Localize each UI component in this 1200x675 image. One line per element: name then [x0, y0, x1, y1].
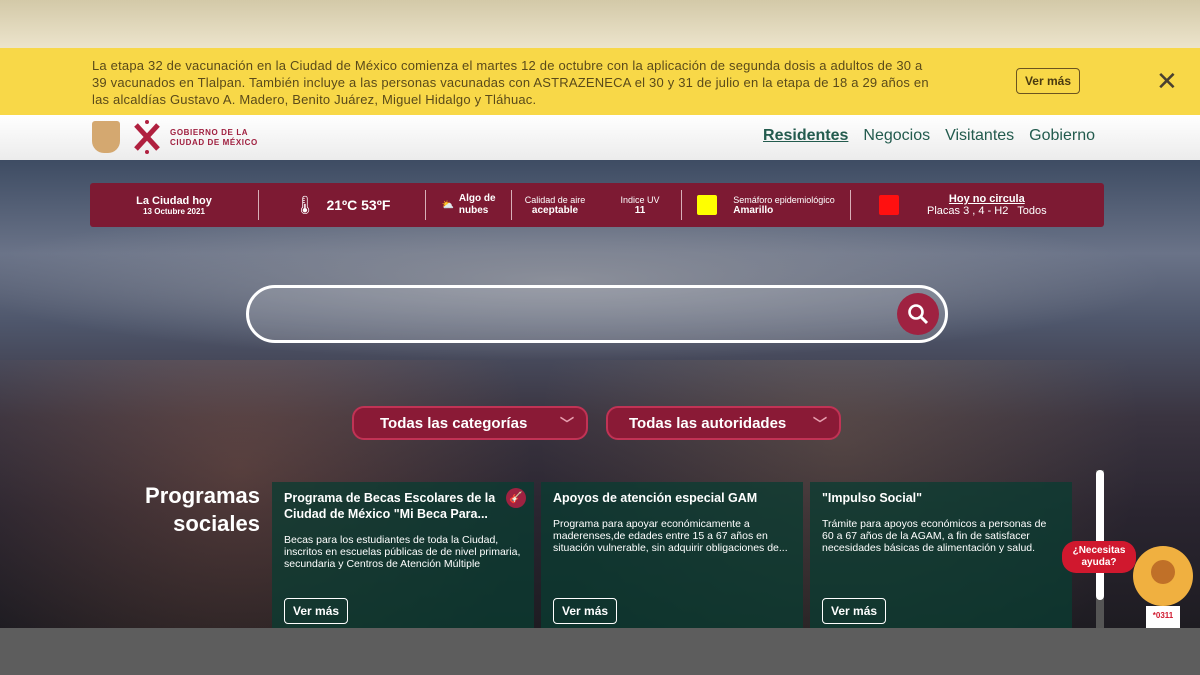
government-logo-text: GOBIERNO DE LA CIUDAD DE MÉXICO [170, 128, 258, 147]
sky-status: ⛅ Algo de nubes [441, 193, 496, 216]
hero-section: La Ciudad hoy 13 Octubre 2021 🌡 21ºC 53ºF … [0, 160, 1200, 628]
svg-text:*0311: *0311 [1153, 611, 1174, 620]
background-bottom [0, 628, 1200, 675]
yellow-light-icon [697, 195, 718, 215]
search-button[interactable] [897, 293, 939, 335]
nav-gobierno[interactable]: Gobierno [1029, 127, 1095, 145]
background-top [0, 0, 1200, 48]
air-quality: Calidad de aire aceptable [524, 194, 586, 216]
alert-text: La etapa 32 de vacunación en la Ciudad d… [92, 58, 929, 107]
nav-negocios[interactable]: Negocios [863, 127, 930, 145]
ver-mas-button[interactable]: Ver más [553, 598, 618, 624]
alert-more-button[interactable]: Ver más [1016, 68, 1080, 94]
city-today: La Ciudad hoy 13 Octubre 2021 [136, 194, 212, 216]
search-icon [908, 304, 929, 325]
epidemiological-light: Semáforo epidemiológico Amarillo [682, 183, 850, 227]
search-input[interactable] [246, 285, 948, 343]
nav-visitantes[interactable]: Visitantes [945, 127, 1014, 145]
authorities-dropdown[interactable]: Todas las autoridades ﹀ [606, 406, 841, 440]
programs-title: Programas sociales [145, 483, 260, 536]
nav-residentes[interactable]: Residentes [763, 127, 848, 145]
guitar-icon: 🎸 [506, 488, 526, 508]
header-nav: GOBIERNO DE LA CIUDAD DE MÉXICO Residente… [0, 115, 1200, 160]
uv-index: Indice UV 11 [620, 194, 660, 216]
program-card[interactable]: "Impulso Social" Trámite para apoyos econ… [810, 482, 1072, 628]
partly-cloudy-icon: ⛅ [441, 199, 454, 211]
ver-mas-button[interactable]: Ver más [822, 598, 887, 624]
cdmx-logo-icon[interactable] [130, 119, 164, 155]
chevron-down-icon: ﹀ [813, 416, 827, 432]
thermometer-icon: 🌡 [293, 194, 317, 215]
city-info-bar: La Ciudad hoy 13 Octubre 2021 🌡 21ºC 53ºF … [90, 183, 1104, 227]
main-menu: Residentes Negocios Visitantes Gobierno [763, 127, 1095, 145]
help-button[interactable]: ¿Necesitas ayuda? [1062, 541, 1136, 573]
close-icon[interactable]: ✕ [1156, 68, 1178, 94]
hoy-no-circula: Hoy no circula Placas 3 , 4 - H2 Todos [851, 183, 1057, 227]
chevron-down-icon: ﹀ [560, 416, 574, 432]
locatel-assistant-avatar[interactable]: *0311 [1128, 544, 1194, 628]
program-card[interactable]: Apoyos de atención especial GAM Programa … [541, 482, 803, 628]
red-light-icon [879, 195, 899, 215]
temperature: 🌡 21ºC 53ºF [293, 194, 391, 215]
alert-banner: La etapa 32 de vacunación en la Ciudad d… [0, 48, 1200, 115]
coat-of-arms-logo [92, 121, 120, 153]
ver-mas-button[interactable]: Ver más [284, 598, 349, 624]
program-card[interactable]: 🎸 Programa de Becas Escolares de la Ciuda… [272, 482, 534, 628]
categories-dropdown[interactable]: Todas las categorías ﹀ [352, 406, 588, 440]
hoy-no-circula-link[interactable]: Hoy no circula [927, 193, 1047, 205]
